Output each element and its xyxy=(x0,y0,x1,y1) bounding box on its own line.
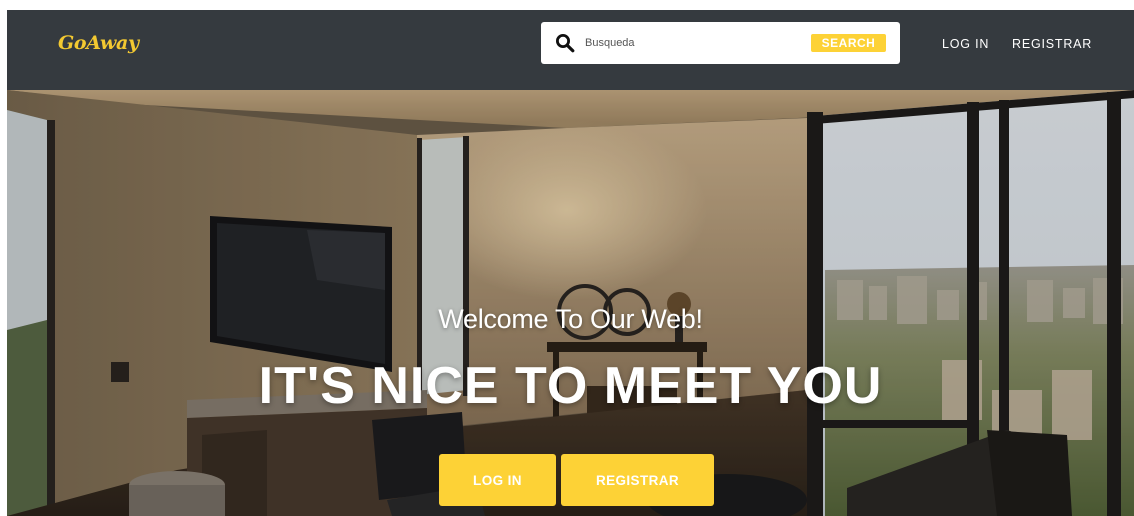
hero-title: IT'S NICE TO MEET YOU xyxy=(258,357,883,415)
nav-login-link[interactable]: LOG IN xyxy=(942,37,989,51)
search-button[interactable]: SEARCH xyxy=(811,34,886,52)
hero-login-button[interactable]: LOG IN xyxy=(439,454,556,506)
hero-register-button[interactable]: REGISTRAR xyxy=(561,454,714,506)
brand-logo[interactable]: GoAway xyxy=(58,32,139,54)
nav-register-link[interactable]: REGISTRAR xyxy=(1012,37,1092,51)
search-input[interactable] xyxy=(585,33,795,53)
hero-background-image xyxy=(7,90,1134,516)
hero-subtitle: Welcome To Our Web! xyxy=(438,304,703,334)
search-icon xyxy=(556,34,575,53)
navbar: GoAway SEARCH LOG IN REGISTRAR xyxy=(7,10,1134,90)
search-box: SEARCH xyxy=(541,22,900,64)
hero-section: Welcome To Our Web! IT'S NICE TO MEET YO… xyxy=(7,90,1134,516)
